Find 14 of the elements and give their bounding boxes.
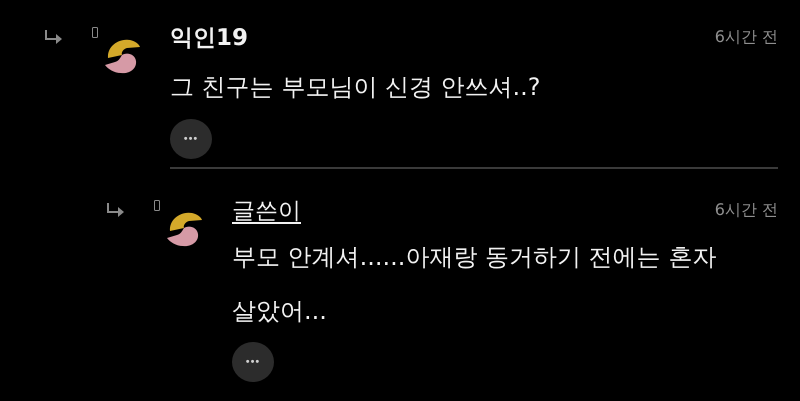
reply-arrow-icon: [107, 202, 125, 218]
author-name[interactable]: 익인19: [170, 22, 248, 53]
avatar-icon: [167, 211, 203, 247]
more-button[interactable]: •••: [170, 119, 212, 159]
author-name[interactable]: 글쓴이: [232, 195, 301, 226]
comment-text: 그 친구는 부모님이 신경 안쓰셔..?: [170, 72, 542, 103]
avatar-icon: [105, 38, 141, 74]
phone-icon: [154, 200, 160, 211]
phone-icon: [92, 27, 98, 38]
comment-text: 부모 안계셔......아재랑 동거하기 전에는 혼자 살았어...: [232, 242, 718, 327]
timestamp: 6시간 전: [714, 200, 778, 221]
more-button[interactable]: •••: [232, 342, 274, 382]
timestamp: 6시간 전: [714, 27, 778, 48]
reply-arrow-icon: [45, 29, 63, 45]
